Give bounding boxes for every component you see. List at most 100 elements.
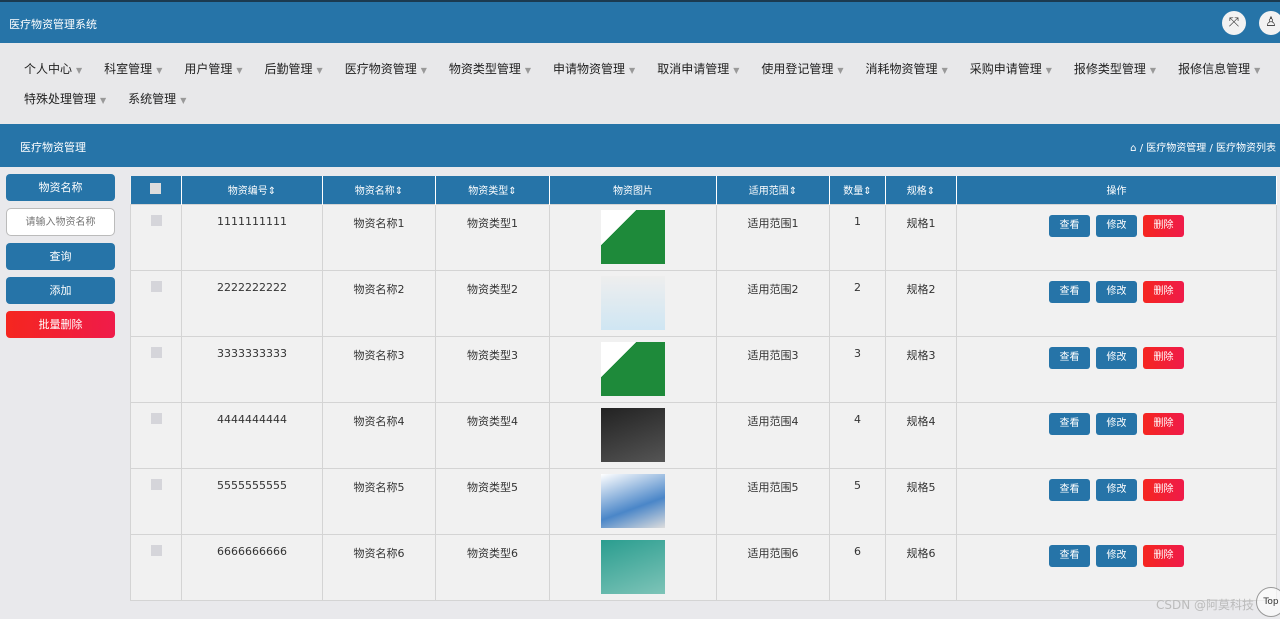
nav-item[interactable]: 后勤管理 ▼ <box>265 60 333 90</box>
delete-button[interactable]: 删除 <box>1143 280 1184 303</box>
select-all-checkbox[interactable] <box>150 182 162 194</box>
back-to-top-button[interactable]: Top <box>1256 587 1280 617</box>
nav-item[interactable]: 系统管理 ▼ <box>128 90 196 120</box>
column-header-qty[interactable]: 数量⇕ <box>829 176 886 204</box>
cell-code: 2222222222 <box>181 269 323 337</box>
delete-button[interactable]: 删除 <box>1143 346 1184 369</box>
nav-item[interactable]: 报修类型管理 ▼ <box>1074 60 1166 90</box>
user-icon[interactable]: ♙ <box>1259 11 1280 35</box>
page-title: 医疗物资管理 <box>20 141 86 154</box>
cell-type: 物资类型4 <box>435 401 550 469</box>
cell-qty: 2 <box>829 269 886 337</box>
cell-scope: 适用范围1 <box>716 203 830 271</box>
add-button[interactable]: 添加 <box>6 277 115 304</box>
query-button[interactable]: 查询 <box>6 243 115 270</box>
edit-button[interactable]: 修改 <box>1096 544 1137 567</box>
nav-item[interactable]: 用户管理 ▼ <box>184 60 252 90</box>
nav-item[interactable]: 采购申请管理 ▼ <box>970 60 1062 90</box>
nav-item[interactable]: 个人中心 ▼ <box>24 60 92 90</box>
view-button[interactable]: 查看 <box>1049 214 1090 237</box>
nav-item[interactable]: 医疗物资管理 ▼ <box>345 60 437 90</box>
nav-item-label: 采购申请管理 <box>969 62 1042 76</box>
product-image <box>601 539 665 594</box>
nav-item[interactable]: 使用登记管理 ▼ <box>761 60 853 90</box>
nav-item[interactable]: 取消申请管理 ▼ <box>657 60 749 90</box>
name-search-input[interactable] <box>6 208 115 236</box>
edit-button[interactable]: 修改 <box>1096 346 1137 369</box>
cell-qty: 6 <box>829 533 886 601</box>
nav-item-label: 系统管理 <box>128 92 177 106</box>
column-header-type[interactable]: 物资类型⇕ <box>435 176 550 204</box>
nav-item-label: 用户管理 <box>184 62 233 76</box>
view-button[interactable]: 查看 <box>1049 280 1090 303</box>
caret-down-icon: ▼ <box>524 66 532 75</box>
nav-item[interactable]: 特殊处理管理 ▼ <box>24 90 116 120</box>
caret-down-icon: ▼ <box>941 66 948 75</box>
nav-item[interactable]: 报修信息管理 ▼ <box>1178 60 1270 90</box>
table-row: 6666666666 物资名称6 物资类型6 适用范围6 6 规格6 查看 修改删… <box>130 533 1277 601</box>
watermark: CSDN @阿莫科技 <box>1155 598 1254 612</box>
nav-item-label: 后勤管理 <box>264 62 313 76</box>
delete-button[interactable]: 删除 <box>1143 478 1184 501</box>
cell-type: 物资类型6 <box>435 533 550 601</box>
cell-type: 物资类型2 <box>435 269 550 337</box>
cell-spec: 规格5 <box>885 467 957 535</box>
column-header-scope[interactable]: 适用范围⇕ <box>716 176 830 204</box>
data-table: 物资编号⇕ 物资名称⇕ 物资类型⇕ 物资图片 适用范围⇕ 数量⇕ 规格⇕ 操作 … <box>130 176 1277 601</box>
breadcrumb-item[interactable]: 医疗物资管理 <box>1146 143 1206 154</box>
main-nav: 个人中心 ▼ 科室管理 ▼ 用户管理 ▼ 后勤管理 ▼ 医疗物资管理 ▼ 物资类型管理 ▼ 申请物资管理… <box>0 43 1280 124</box>
row-checkbox[interactable] <box>150 544 162 556</box>
caret-down-icon: ▼ <box>1045 66 1052 75</box>
table-row: 2222222222 物资名称2 物资类型2 适用范围2 2 规格2 查看 修改删… <box>130 269 1277 337</box>
delete-button[interactable]: 删除 <box>1143 544 1184 567</box>
cell-qty: 3 <box>829 335 886 403</box>
nav-item[interactable]: 科室管理 ▼ <box>104 60 172 90</box>
caret-down-icon: ▼ <box>236 66 243 75</box>
product-image <box>601 473 665 528</box>
nav-item-label: 使用登记管理 <box>761 62 834 76</box>
row-checkbox[interactable] <box>150 478 162 490</box>
view-button[interactable]: 查看 <box>1049 478 1090 501</box>
column-header-name[interactable]: 物资名称⇕ <box>322 176 436 204</box>
nav-item-label: 取消申请管理 <box>657 62 730 76</box>
table-row: 5555555555 物资名称5 物资类型5 适用范围5 5 规格5 查看 修改删… <box>130 467 1277 535</box>
edit-button[interactable]: 修改 <box>1096 478 1137 501</box>
caret-down-icon: ▼ <box>733 66 740 75</box>
search-label: 物资名称 <box>6 174 115 201</box>
view-button[interactable]: 查看 <box>1049 346 1090 369</box>
batch-delete-button[interactable]: 批量删除 <box>6 311 115 338</box>
row-checkbox[interactable] <box>150 214 162 226</box>
cell-spec: 规格1 <box>885 203 957 271</box>
caret-down-icon: ▼ <box>316 66 323 75</box>
cell-name: 物资名称3 <box>322 335 436 403</box>
delete-button[interactable]: 删除 <box>1143 214 1184 237</box>
nav-item[interactable]: 消耗物资管理 ▼ <box>866 60 958 90</box>
cell-code: 4444444444 <box>181 401 323 469</box>
edit-button[interactable]: 修改 <box>1096 214 1137 237</box>
delete-button[interactable]: 删除 <box>1143 412 1184 435</box>
cell-type: 物资类型1 <box>435 203 550 271</box>
caret-down-icon: ▼ <box>1149 66 1157 75</box>
nav-item-label: 报修信息管理 <box>1178 62 1251 76</box>
caret-down-icon: ▼ <box>180 96 187 105</box>
caret-down-icon: ▼ <box>420 66 427 75</box>
cell-name: 物资名称1 <box>322 203 436 271</box>
cell-spec: 规格4 <box>885 401 957 469</box>
edit-button[interactable]: 修改 <box>1096 412 1137 435</box>
column-header-code[interactable]: 物资编号⇕ <box>181 176 323 204</box>
row-checkbox[interactable] <box>150 412 162 424</box>
row-checkbox[interactable] <box>150 280 162 292</box>
home-icon[interactable]: ⌂ <box>1130 143 1136 154</box>
edit-button[interactable]: 修改 <box>1096 280 1137 303</box>
nav-item-label: 申请物资管理 <box>553 62 626 76</box>
product-image <box>601 209 665 264</box>
cell-code: 6666666666 <box>181 533 323 601</box>
nav-item[interactable]: 申请物资管理 ▼ <box>553 60 645 90</box>
nav-item[interactable]: 物资类型管理 ▼ <box>449 60 541 90</box>
nav-item-label: 报修类型管理 <box>1073 62 1146 76</box>
fullscreen-icon[interactable]: ⤧ <box>1222 11 1246 35</box>
view-button[interactable]: 查看 <box>1049 412 1090 435</box>
view-button[interactable]: 查看 <box>1049 544 1090 567</box>
row-checkbox[interactable] <box>150 346 162 358</box>
column-header-spec[interactable]: 规格⇕ <box>885 176 957 204</box>
